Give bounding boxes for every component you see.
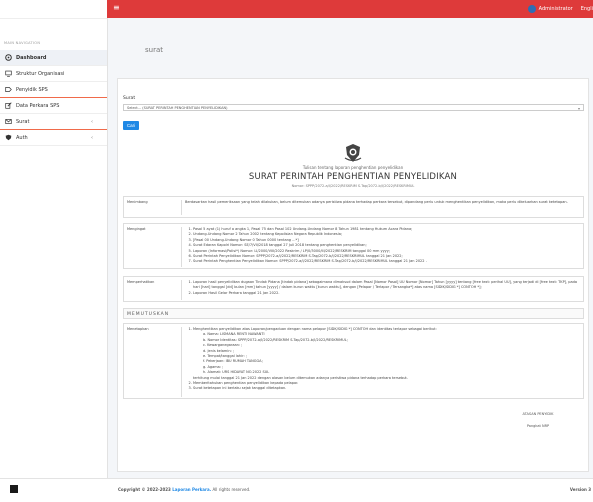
row-value: Berdasarkan hasil pemeriksaan yang telah…: [181, 200, 580, 215]
memperhatikan-list: Laporan hasil penyelidikan dugaan Tindak…: [185, 280, 580, 296]
list-item: Menghentikan penyelidikan atas Laporan/p…: [193, 327, 580, 381]
footer: Copyright © 2022-2023 Laporan Perkara. A…: [0, 478, 593, 502]
sidebar-item-label: Auth: [16, 134, 28, 141]
sidebar-item-auth[interactable]: Auth ‹: [0, 130, 107, 146]
tag-icon: [4, 86, 12, 94]
user-name: Administrator: [538, 6, 573, 12]
monitor-icon: [4, 70, 12, 78]
sidebar-item-surat[interactable]: Surat ‹: [0, 114, 107, 130]
police-emblem-icon: [343, 143, 363, 167]
list-item: Surat ketetapan ini berlaku sejak tangga…: [193, 386, 580, 391]
cari-button[interactable]: Cari: [123, 121, 139, 130]
surat-card: Surat Select... (SURAT PERINTAH PENGHENT…: [117, 78, 589, 472]
sidebar-item-label: Penyidik SPS: [16, 86, 48, 93]
language-selector[interactable]: Engli: [581, 6, 593, 12]
sidebar-header: MAIN NAVIGATION: [4, 41, 41, 45]
doc-title: SURAT PERINTAH PENGHENTIAN PENYELIDIKAN: [248, 172, 458, 182]
menetapkan-list: Menghentikan penyelidikan atas Laporan/p…: [185, 327, 580, 392]
row-label: Menimbang: [127, 200, 148, 204]
row-value: Laporan hasil penyelidikan dugaan Tindak…: [181, 280, 580, 300]
copyright-suffix: All rights reserved.: [211, 487, 251, 492]
mengingat-list: Pasal 5 ayat (1) huruf a angka 1, Pasal …: [185, 227, 580, 265]
surat-select-value: Select... (SURAT PERINTAH PENGHENTIAN PE…: [127, 106, 228, 110]
sidebar-item-label: Surat: [16, 118, 30, 125]
chevron-down-icon: ▾: [577, 106, 580, 111]
shield-icon: [4, 134, 12, 142]
envelope-icon: [4, 118, 12, 126]
list-item: Surat Perintah Penghentian Penyelidikan …: [193, 259, 580, 264]
footer-logo-icon: [10, 485, 18, 493]
signature-role: ATASAN PENYIDIK: [522, 412, 554, 416]
page-title: surat: [145, 46, 163, 54]
row-label: Menetapkan: [127, 327, 149, 331]
sidebar-brand: [0, 0, 107, 19]
row-mengingat: Mengingat Pasal 5 ayat (1) huruf a angka…: [123, 223, 584, 269]
doc-caption: Tulisan tentang laporan penghentian peny…: [302, 165, 404, 170]
content-area: surat Surat Select... (SURAT PERINTAH PE…: [107, 18, 593, 478]
hamburger-menu-icon[interactable]: ≡: [113, 4, 120, 12]
surat-select[interactable]: Select... (SURAT PERINTAH PENGHENTIAN PE…: [123, 104, 584, 111]
row-menetapkan: Menetapkan Menghentikan penyelidikan ata…: [123, 323, 584, 399]
sidebar-item-penyidik-sps[interactable]: Penyidik SPS: [0, 82, 107, 98]
footer-copyright: Copyright © 2022-2023 Laporan Perkara. A…: [118, 487, 250, 492]
surat-label: Surat: [123, 96, 136, 101]
doc-number: Nomor: SPPP/2072-a/I/2022/RESKRIM S.Tap/…: [291, 184, 415, 188]
footer-link[interactable]: Laporan Perkara.: [172, 487, 211, 492]
row-menimbang: Menimbang Berdasarkan hasil pemeriksaan …: [123, 196, 584, 218]
menetapkan-intro: Menghentikan penyelidikan atas Laporan/p…: [193, 327, 437, 331]
user-menu[interactable]: Administrator Engli: [527, 5, 593, 13]
signature-rank: Pangkat NRP: [526, 424, 550, 428]
chevron-left-icon: ‹: [91, 118, 93, 125]
sidebar-item-label: Struktur Organisasi: [16, 70, 65, 77]
sidebar-item-dashboard[interactable]: Dashboard: [0, 50, 107, 66]
row-label: Mengingat: [127, 227, 146, 231]
copyright-prefix: Copyright © 2022-2023: [118, 487, 173, 492]
sidebar-item-label: Data Perkara SPS: [16, 102, 60, 109]
sidebar-item-data-perkara-sps[interactable]: Data Perkara SPS: [0, 98, 107, 114]
sidebar: MAIN NAVIGATION Dashboard Struktur Organ…: [0, 0, 108, 501]
row-label: Memperhatikan: [127, 280, 155, 284]
row-memperhatikan: Memperhatikan Laporan hasil penyelidikan…: [123, 276, 584, 302]
row-value: Menghentikan penyelidikan atas Laporan/p…: [181, 327, 580, 397]
dashboard-icon: [4, 54, 12, 62]
list-item: Laporan Hasil Gelar Perkara tanggal 21 J…: [193, 291, 580, 296]
user-avatar-icon: [527, 5, 536, 13]
top-navbar: ≡ Administrator Engli: [107, 0, 593, 18]
edit-icon: [4, 102, 12, 110]
section-memutuskan: MEMUTUSKAN: [123, 308, 584, 319]
chevron-left-icon: ‹: [91, 134, 93, 141]
sidebar-item-label: Dashboard: [16, 54, 47, 61]
row-value: Pasal 5 ayat (1) huruf a angka 1, Pasal …: [181, 227, 580, 267]
identity-list: a. Nama: LISMANA RENTI NAWANTI b. Nomor …: [193, 332, 580, 375]
list-item: Laporan hasil penyelidikan dugaan Tindak…: [193, 280, 580, 291]
footer-version: Version 3: [569, 487, 591, 492]
sidebar-item-struktur-organisasi[interactable]: Struktur Organisasi: [0, 66, 107, 82]
